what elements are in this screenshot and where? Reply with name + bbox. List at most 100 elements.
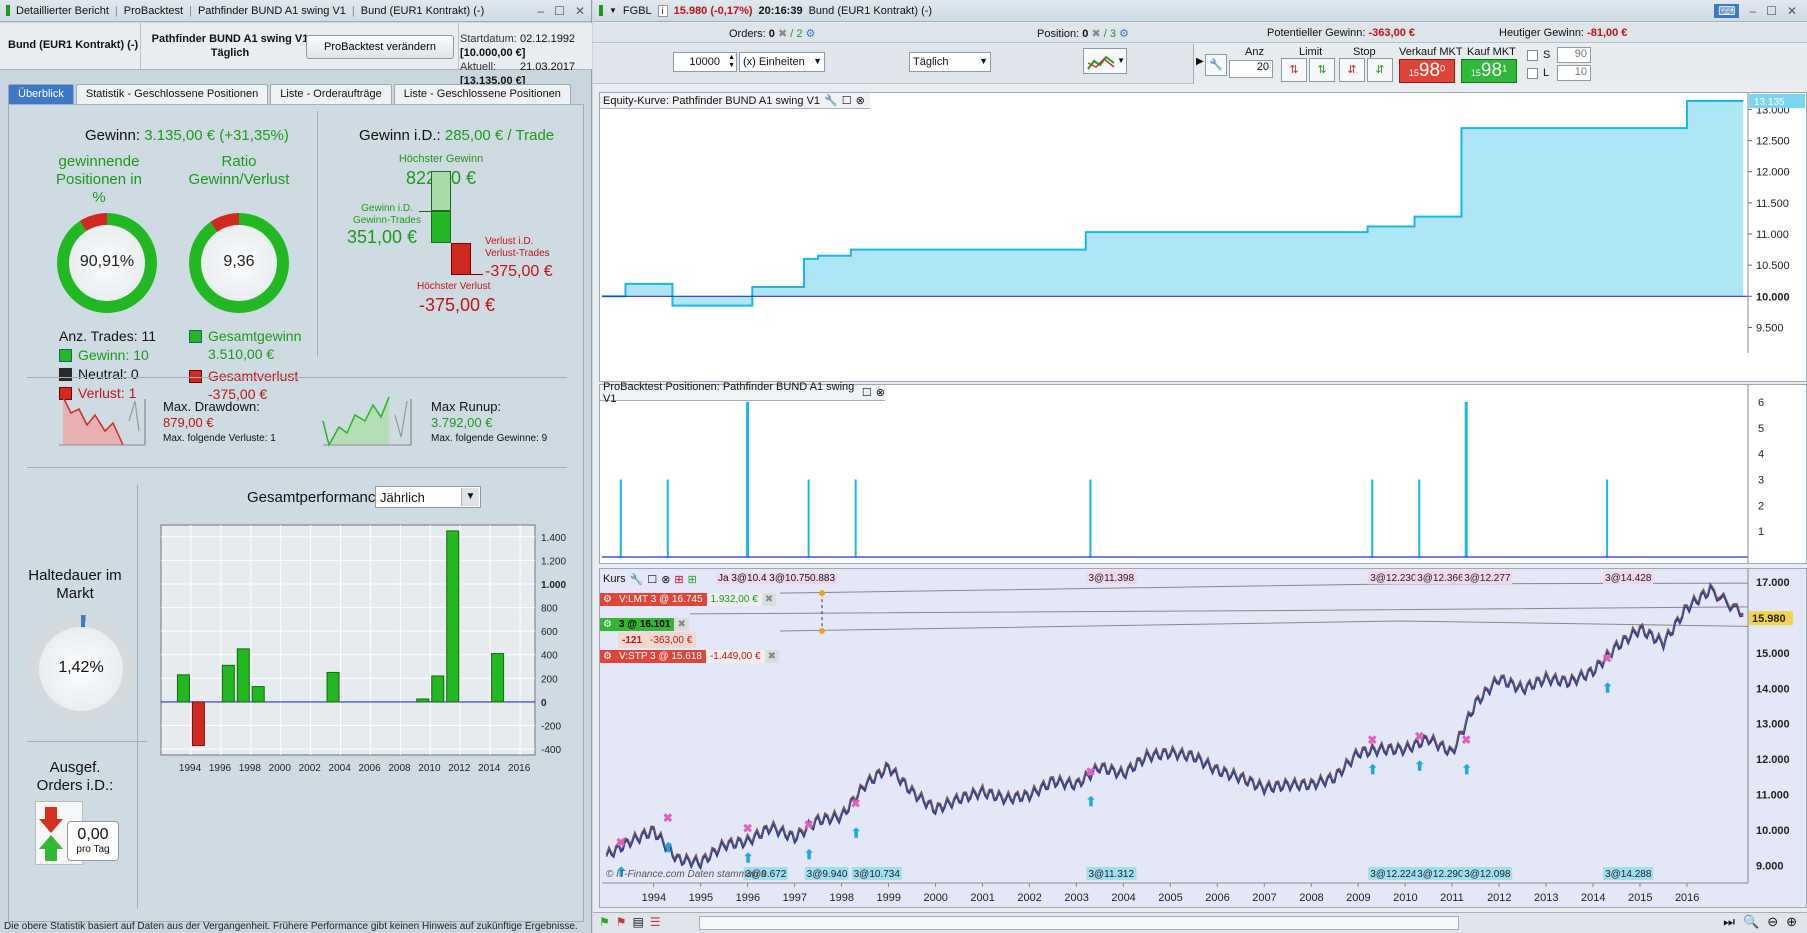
tab-order-list[interactable]: Liste - Orderaufträge [270,84,392,104]
sell-marker: ✖ [1085,765,1095,779]
layout-tool-icon[interactable]: ▤ [633,915,644,929]
performance-bar [416,698,430,703]
chevron-down-icon[interactable]: ▼ [979,56,988,66]
buy-market-button[interactable]: 15981 [1461,59,1517,83]
x-tick-label: 2010 [1393,892,1417,904]
chart-icon [599,5,603,16]
list-tool-icon[interactable]: ☰ [650,915,661,929]
limit-buy-button[interactable]: ⇅ [1281,58,1307,82]
maximize-icon[interactable]: ☐ [554,4,565,18]
position-gear-icon[interactable]: ⚙ [600,617,615,631]
y-tick-label: 11.000 [1756,789,1789,801]
chevron-down-icon[interactable]: ▼ [813,56,822,66]
limit-sell-button[interactable]: ⇅ [1309,58,1335,82]
stop-buy-button[interactable]: ⇵ [1339,58,1365,82]
scroll-end-icon[interactable]: ⏭ [1723,914,1735,930]
anz-input[interactable]: 20 [1229,60,1273,78]
sell-stop-order[interactable]: ⚙ V:STP 3 @ 15.618 -1.449,00 € ✖ [600,648,779,664]
chevron-down-icon[interactable]: ▼ [1117,56,1125,65]
price-panel-title: Kurs [603,573,626,585]
x-tick-label: 2011 [1440,892,1464,904]
limit-label: Limit [1299,46,1323,58]
wrench-icon[interactable]: 🔧 [630,573,644,586]
zoom-fit-icon[interactable]: 🔍 [1743,914,1759,930]
keyboard-icon[interactable]: ⌨ [1714,3,1740,18]
scrollbar[interactable] [699,916,1459,930]
anz-label: Anz [1245,46,1264,58]
buy-marker: ⬆ [1461,762,1472,777]
x-tick-label: 1998 [239,763,262,774]
stepper-icon[interactable]: ▲ ▼ [728,54,735,70]
tab-closed-positions[interactable]: Liste - Geschlossene Positionen [393,84,571,104]
sell-marker: ✖ [1367,733,1377,747]
indicator-tool-icon[interactable]: ⚑ [616,915,627,929]
minimize-icon[interactable]: ‒ [1749,4,1756,18]
close-icon[interactable]: ⊗ [661,573,670,586]
sell-market-button[interactable]: 15980 [1399,59,1455,83]
zoom-in-icon[interactable]: ⊕ [1786,914,1797,930]
s-checkbox[interactable] [1527,50,1538,61]
info-icon[interactable]: i [657,4,668,17]
up-icon[interactable]: ⊞ [688,573,697,586]
l-input[interactable]: 10 [1557,65,1591,81]
avg-gain-label: Gewinn i.D. [361,203,413,214]
zoom-out-icon[interactable]: ⊖ [1767,914,1778,930]
maximize-icon[interactable]: ☐ [1766,4,1777,18]
sell-limit-order[interactable]: ⚙ V:LMT 3 @ 16.745 1.932,00 € ✖ [600,591,777,607]
orders-total: / 2 [790,28,803,40]
minimize-icon[interactable]: ‒ [537,4,544,18]
breadcrumb-item[interactable]: Pathfinder BUND A1 swing V1 [198,5,346,17]
y-tick-label: 400 [541,651,558,662]
settings-icon[interactable]: ⚙ [806,28,816,40]
chevron-down-icon[interactable]: ▼ [609,6,617,15]
trade-label: 3@9.940 [807,869,848,880]
stop-sell-button[interactable]: ⇵ [1367,58,1393,82]
collapse-icon[interactable]: ▶ [1196,56,1204,67]
cancel-order-icon[interactable]: ✖ [761,592,777,606]
close-icon[interactable]: ✕ [1787,4,1797,18]
perf-period-select[interactable]: Jährlich ▼ [375,486,481,508]
modify-backtest-button[interactable]: ProBacktest verändern [306,35,454,59]
close-icon[interactable]: ✖ [778,28,787,40]
order-gear-icon[interactable]: ⚙ [600,649,615,663]
close-position-icon[interactable]: ✖ [674,617,689,631]
tab-overview[interactable]: Überblick [8,84,74,104]
open-position[interactable]: ⚙ 3 @ 16.101 ✖ [600,616,689,632]
s-input[interactable]: 90 [1557,47,1591,63]
current-date-label: Aktuell: [460,61,497,73]
order-line [689,606,1749,615]
buy-marker: ⬆ [1085,794,1096,809]
chevron-down-icon[interactable]: ▼ [461,488,479,506]
price-line-green [606,582,1744,867]
status-bar: Orders: 0 ✖ / 2 ⚙ Position: 0 ✖ / 3 ⚙ Po… [593,23,1807,43]
breadcrumb-item[interactable]: Bund (EUR1 Kontrakt) (-) [361,5,484,17]
indicator-button[interactable]: ▼ [1083,48,1127,74]
buy-marker: ⬆ [1602,681,1613,696]
drawing-tool-icon[interactable]: ⚑ [599,915,610,929]
period-select[interactable]: Täglich ▼ [909,52,991,72]
l-checkbox[interactable] [1527,68,1538,79]
breadcrumb-item[interactable]: Detaillierter Bericht [16,5,109,17]
cancel-order-icon[interactable]: ✖ [764,649,779,663]
l-label: L [1543,67,1550,79]
order-gear-icon[interactable]: ⚙ [600,592,615,606]
chart-toolbar: 10000 ▲ ▼ (x) Einheiten ▼ Täglich ▼ ▼ ▶ 🔧… [593,44,1807,84]
tab-statistics[interactable]: Statistik - Geschlossene Positionen [75,84,269,104]
x-tick-label: 1996 [209,763,232,774]
close-icon[interactable]: ✕ [575,4,585,18]
close-icon[interactable]: ✖ [1091,28,1100,40]
add-icon[interactable]: ⊞ [674,573,683,586]
price-line-blue [606,584,1744,871]
breadcrumb-item[interactable]: ProBacktest [124,5,183,17]
order-line [779,620,1749,632]
maximize-icon[interactable]: ☐ [647,573,657,586]
unit-select[interactable]: (x) Einheiten ▼ [739,52,825,72]
drawdown-sub: Max. folgende Verluste: 1 [163,433,276,444]
quantity-input[interactable]: 10000 ▲ ▼ [673,52,737,72]
equity-panel: Equity-Kurve: Pathfinder BUND A1 swing V… [599,92,1807,382]
settings-icon[interactable]: ⚙ [1119,28,1129,40]
wrench-button[interactable]: 🔧 [1205,54,1227,76]
performance-bar [176,674,190,703]
performance-bar [221,664,235,703]
winning-pct: 90,91% [79,253,135,270]
